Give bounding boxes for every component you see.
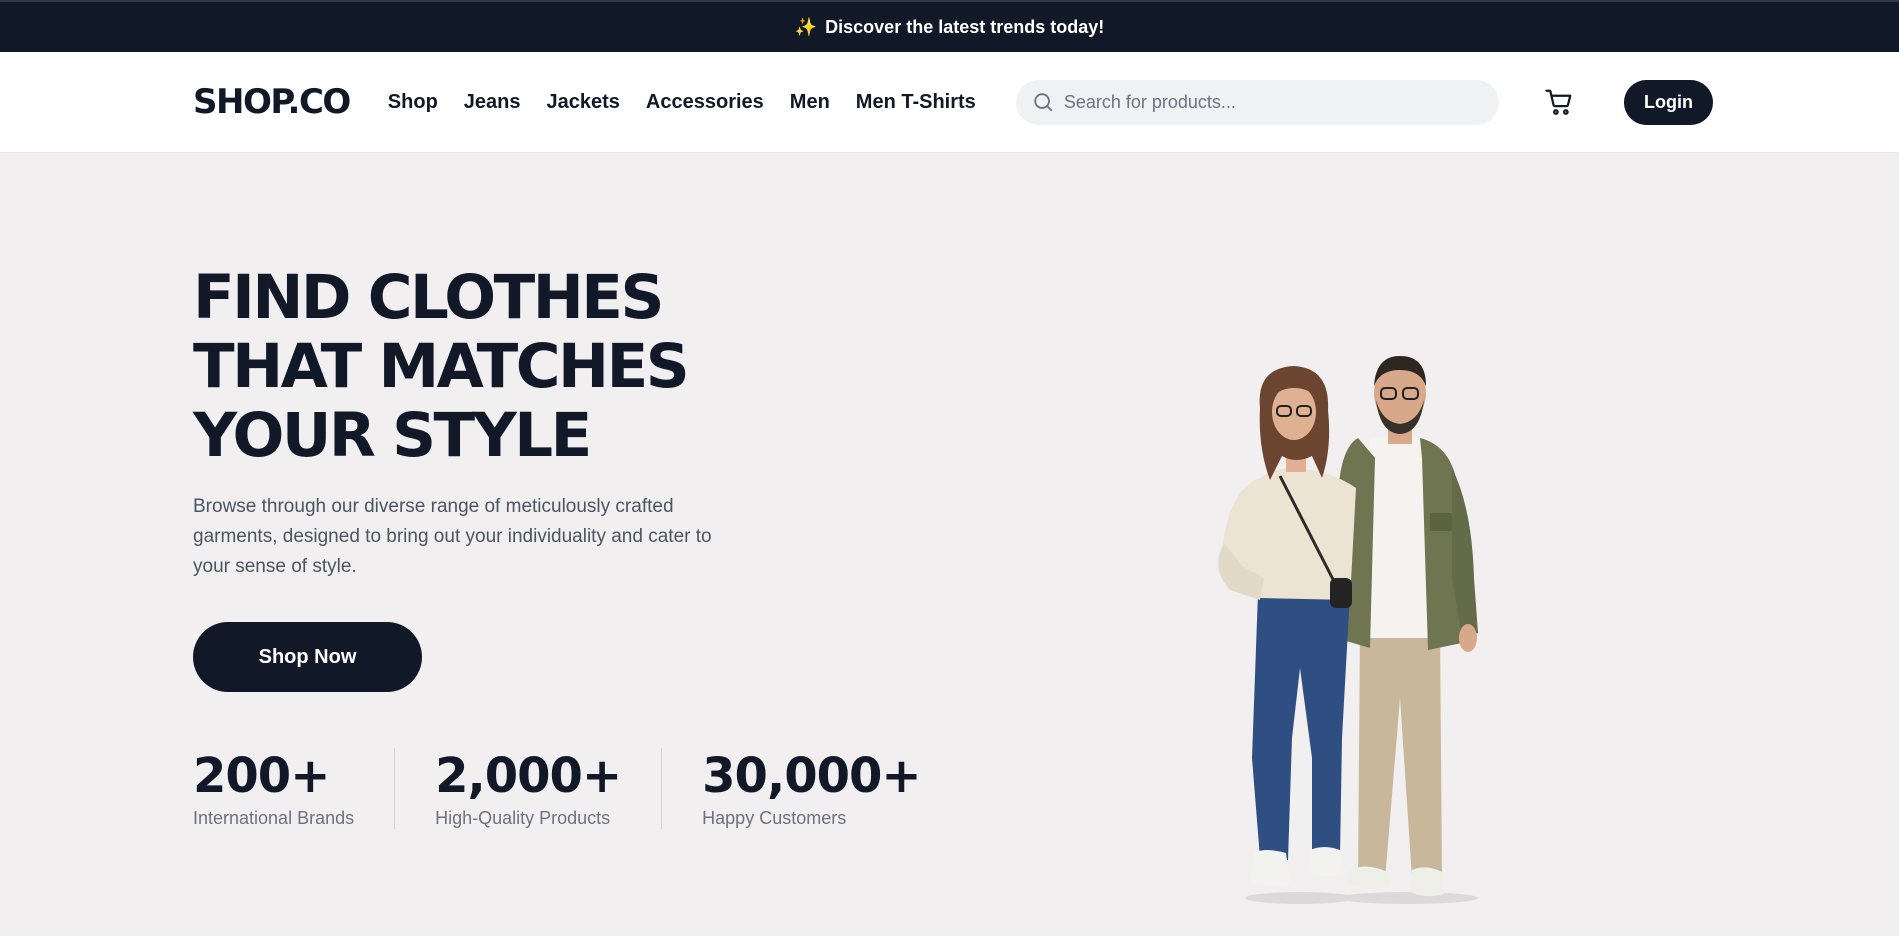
hero-description: Browse through our diverse range of meti… [193, 496, 712, 577]
shop-now-button[interactable]: Shop Now [193, 622, 422, 692]
hero-headline: FIND CLOTHES THAT MATCHES YOUR STYLE [193, 262, 690, 471]
logo[interactable]: SHOP.CO [193, 82, 351, 122]
nav-item-men[interactable]: Men [790, 91, 830, 114]
nav-item-jackets[interactable]: Jackets [547, 91, 620, 114]
woman-figure [1218, 366, 1356, 904]
stat-label: High-Quality Products [435, 808, 611, 828]
stat-customers: 30,000+ Happy Customers [661, 748, 960, 829]
announcement-text: Discover the latest trends today! [825, 16, 1105, 37]
stat-products: 2,000+ High-Quality Products [394, 748, 661, 829]
stat-label: International Brands [193, 808, 355, 828]
site-header: SHOP.CO Shop Jeans Jackets Accessories M… [0, 52, 1899, 153]
search-bar[interactable] [1015, 79, 1500, 125]
nav-item-men-t-shirts[interactable]: Men T-Shirts [856, 91, 976, 114]
nav-item-accessories[interactable]: Accessories [646, 91, 764, 114]
cart-button[interactable] [1543, 85, 1574, 119]
search-input[interactable] [1063, 91, 1484, 113]
stat-brands: 200+ International Brands [193, 748, 394, 829]
stat-value: 2,000+ [435, 748, 622, 804]
login-button[interactable]: Login [1624, 79, 1713, 125]
man-figure [1336, 356, 1478, 904]
stats-row: 200+ International Brands 2,000+ High-Qu… [193, 748, 953, 829]
hero-content: FIND CLOTHES THAT MATCHES YOUR STYLE Bro… [193, 263, 953, 829]
hero-models-image [1218, 356, 1478, 904]
search-icon [1034, 93, 1052, 112]
nav-item-shop[interactable]: Shop [388, 91, 438, 114]
stat-label: Happy Customers [702, 808, 847, 828]
cart-icon [1544, 89, 1571, 115]
main-nav: Shop Jeans Jackets Accessories Men Men T… [388, 91, 976, 114]
sparkles-icon: ✨ [794, 16, 818, 37]
hero-section: FIND CLOTHES THAT MATCHES YOUR STYLE Bro… [0, 153, 1899, 936]
announcement-bar: ✨ Discover the latest trends today! [0, 0, 1899, 52]
stat-value: 30,000+ [702, 748, 921, 804]
nav-item-jeans[interactable]: Jeans [464, 91, 521, 114]
stat-value: 200+ [193, 748, 330, 804]
